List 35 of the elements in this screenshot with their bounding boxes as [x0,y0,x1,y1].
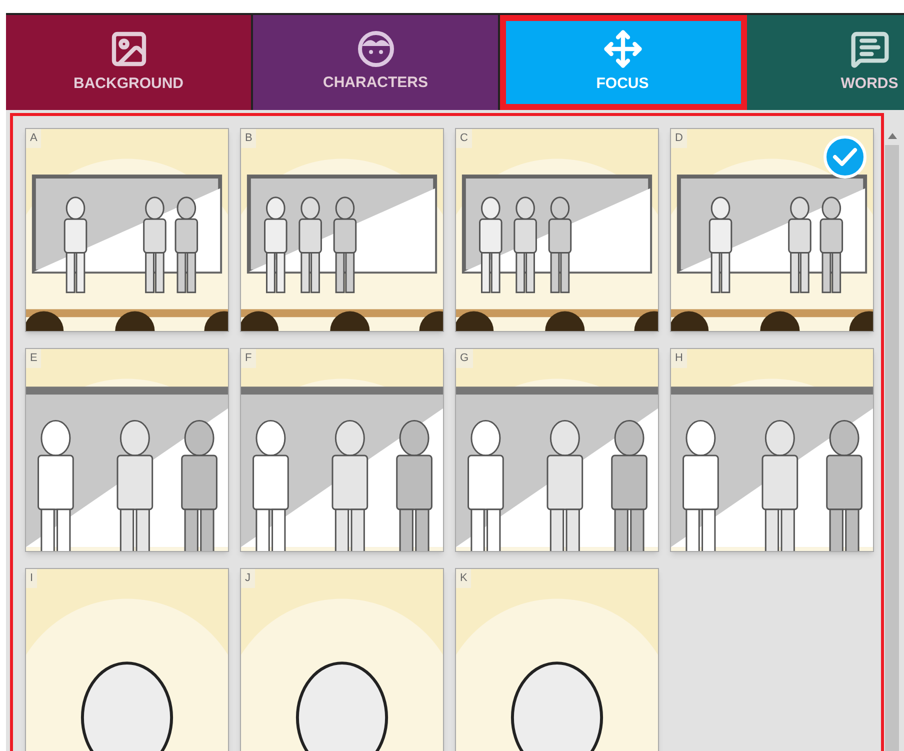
tab-label: CHARACTERS [323,73,428,94]
scene-thumbnail[interactable]: H [670,348,874,552]
scene-thumbnail[interactable]: E [25,348,229,552]
scene-thumbnail[interactable]: I [25,568,229,751]
tab[interactable]: WORDS [747,15,904,110]
thumbnail-letter: I [26,569,38,588]
scene-thumbnail[interactable]: B [240,128,444,332]
scene-thumbnail[interactable]: G [455,348,659,552]
scene-thumbnail[interactable]: A [25,128,229,332]
thumbnail-letter: H [671,349,687,368]
tab[interactable]: CHARACTERS [253,15,500,110]
message-icon [850,29,890,70]
thumbnail-letter: A [26,129,42,148]
tab[interactable]: FOCUS [500,15,747,110]
thumbnail-letter: F [241,349,256,368]
tab-label: BACKGROUND [74,74,184,94]
scrollbar-thumb[interactable] [885,145,899,751]
thumbnail-letter: D [671,129,687,148]
thumbnail-letter: C [456,129,472,148]
scene-thumbnail[interactable]: F [240,348,444,552]
scene-thumbnail[interactable]: J [240,568,444,751]
scene-thumbnail[interactable]: K [455,568,659,751]
face-icon [356,30,394,68]
thumbnail-letter: B [241,129,256,148]
tab[interactable]: BACKGROUND [6,15,253,110]
move-icon [602,29,642,70]
scene-thumbnail[interactable]: C [455,128,659,332]
tab-label: WORDS [840,74,898,94]
thumbnail-letter: K [456,569,472,588]
thumbnail-letter: E [26,349,42,368]
tab-label: FOCUS [596,74,649,94]
scene-thumbnail[interactable]: D [670,128,874,332]
thumbnail-letter: G [456,349,473,368]
scroll-up-icon[interactable] [888,133,896,139]
thumbnail-letter: J [241,569,254,588]
